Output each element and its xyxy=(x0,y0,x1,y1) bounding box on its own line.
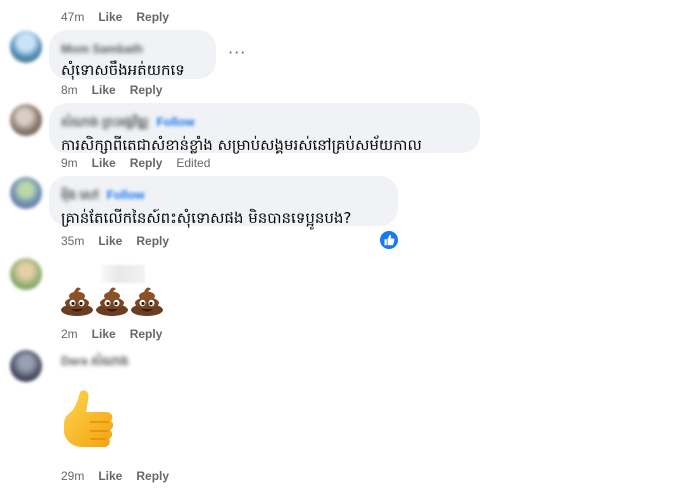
comment-author[interactable]: Dara សំណាង xyxy=(61,353,129,371)
comment-text: សុំទោសចឹងអត់យកទេ xyxy=(61,61,185,79)
comment-author[interactable]: សំណាង ព្រះអង្គវិឌ្ឍ xyxy=(61,114,149,132)
comment-text: គ្រាន់តែលើកនៃស៍ពះសុំទោសផង មិនបានទេប្អូនប… xyxy=(61,209,352,227)
comment-bubble: សំណាង ព្រះអង្គវិឌ្ឍ Follow ការសិក្សាពីតេជ… xyxy=(49,103,480,154)
avatar[interactable] xyxy=(10,258,42,290)
more-options-icon[interactable]: ··· xyxy=(228,43,246,62)
comment-time[interactable]: 29m xyxy=(61,469,84,483)
reply-link[interactable]: Reply xyxy=(136,469,169,483)
thumbs-up-icon xyxy=(60,386,118,456)
comment-actions: 47m Like Reply xyxy=(61,10,183,24)
comment-actions: 2m Like Reply xyxy=(61,327,176,341)
reply-link[interactable]: Reply xyxy=(136,234,169,248)
comment-author[interactable]: Mom Sambath xyxy=(61,42,143,56)
comment-time[interactable]: 8m xyxy=(61,83,78,97)
comment-actions: 29m Like Reply xyxy=(61,469,183,483)
avatar[interactable] xyxy=(10,177,42,209)
avatar[interactable] xyxy=(10,350,42,382)
comment-author[interactable]: ម៉ិង សៅ xyxy=(61,187,99,205)
like-link[interactable]: Like xyxy=(98,10,122,24)
comment-time[interactable]: 2m xyxy=(61,327,78,341)
like-link[interactable]: Like xyxy=(92,83,116,97)
comment-time[interactable]: 9m xyxy=(61,156,78,170)
avatar[interactable] xyxy=(10,104,42,136)
reply-link[interactable]: Reply xyxy=(130,156,163,170)
comment-actions: 8m Like Reply xyxy=(61,83,176,97)
like-link[interactable]: Like xyxy=(98,234,122,248)
like-link[interactable]: Like xyxy=(98,469,122,483)
reply-link[interactable]: Reply xyxy=(130,83,163,97)
comment-time[interactable]: 35m xyxy=(61,234,84,248)
comment-text: ការសិក្សាពីតេជាសំខាន់ខ្លាំង សម្រាប់សង្គម… xyxy=(61,136,422,154)
edited-label: Edited xyxy=(176,156,211,170)
comment-bubble: Mom Sambath សុំទោសចឹងអត់យកទេ xyxy=(49,30,216,79)
comment-bubble: ម៉ិង សៅ Follow គ្រាន់តែលើកនៃស៍ពះសុំទោសផង … xyxy=(49,176,398,227)
poop-emoji-group xyxy=(60,283,164,317)
reply-link[interactable]: Reply xyxy=(130,327,163,341)
comment-actions: 9m Like Reply Edited xyxy=(61,156,224,170)
avatar[interactable] xyxy=(10,31,42,63)
follow-link[interactable]: Follow xyxy=(107,188,145,202)
comment-actions: 35m Like Reply xyxy=(61,234,183,248)
like-reaction-icon[interactable] xyxy=(378,229,400,251)
redacted-author xyxy=(101,265,145,283)
comment-time[interactable]: 47m xyxy=(61,10,84,24)
reply-link[interactable]: Reply xyxy=(136,10,169,24)
like-link[interactable]: Like xyxy=(92,327,116,341)
like-link[interactable]: Like xyxy=(92,156,116,170)
follow-link[interactable]: Follow xyxy=(157,115,195,129)
